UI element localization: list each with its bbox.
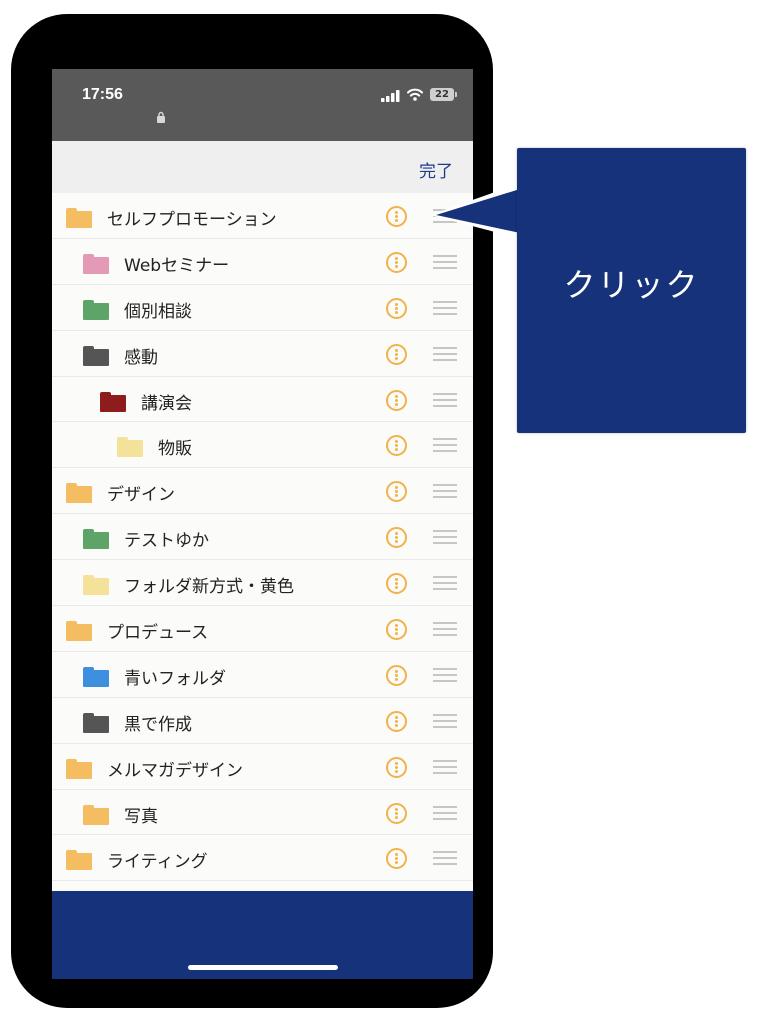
folder-row[interactable]: Webセミナー bbox=[52, 238, 473, 285]
drag-handle-icon[interactable] bbox=[433, 530, 457, 545]
folder-label: 個別相談 bbox=[124, 301, 192, 322]
folder-row[interactable]: プロデュース bbox=[52, 606, 473, 652]
info-icon[interactable] bbox=[386, 619, 407, 641]
drag-handle-icon[interactable] bbox=[433, 254, 457, 269]
drag-handle-icon[interactable] bbox=[433, 484, 457, 499]
drag-handle-icon[interactable] bbox=[433, 851, 457, 866]
folder-label: 感動 bbox=[124, 347, 158, 368]
info-icon[interactable] bbox=[386, 756, 407, 778]
folder-row[interactable]: ライティング bbox=[52, 835, 473, 882]
folder-row[interactable]: テストゆか bbox=[52, 514, 473, 561]
drag-handle-icon[interactable] bbox=[433, 438, 457, 453]
folder-label: セルフプロモーション bbox=[107, 210, 277, 230]
folder-icon bbox=[83, 529, 109, 550]
folder-icon bbox=[66, 758, 92, 779]
folder-icon bbox=[83, 299, 109, 320]
battery-icon: 22 bbox=[430, 88, 457, 101]
cellular-signal-icon bbox=[381, 90, 400, 102]
folder-icon bbox=[66, 208, 92, 228]
info-icon[interactable] bbox=[386, 389, 407, 411]
phone-screen: 17:56 22 完了 セルフプロモーション Webセミナー 個別相談感動講演会物販… bbox=[52, 69, 473, 979]
folder-label: 物販 bbox=[158, 439, 192, 460]
info-icon[interactable] bbox=[386, 435, 407, 457]
folder-label: 青いフォルダ bbox=[124, 668, 226, 689]
folder-label: テストゆか bbox=[124, 531, 209, 552]
folder-label: Webセミナー bbox=[124, 255, 230, 276]
done-button[interactable]: 完了 bbox=[419, 157, 453, 182]
info-icon[interactable] bbox=[386, 297, 407, 319]
callout-text: クリック bbox=[563, 266, 700, 304]
drag-handle-icon[interactable] bbox=[433, 392, 457, 407]
callout-pointer bbox=[430, 184, 520, 238]
drag-handle-icon[interactable] bbox=[433, 346, 457, 361]
info-icon[interactable] bbox=[386, 343, 407, 365]
info-icon[interactable] bbox=[386, 664, 407, 686]
folder-row[interactable]: デザイン bbox=[52, 468, 473, 515]
folder-label: 黒で作成 bbox=[124, 714, 192, 735]
folder-icon bbox=[83, 804, 109, 825]
folder-icon bbox=[83, 575, 109, 596]
info-icon[interactable] bbox=[386, 573, 407, 595]
status-time: 17:56 bbox=[82, 86, 123, 103]
folder-row[interactable]: 感動 bbox=[52, 330, 473, 377]
folder-row[interactable]: セルフプロモーション bbox=[52, 193, 473, 239]
info-icon[interactable] bbox=[386, 481, 407, 503]
home-indicator[interactable] bbox=[188, 965, 338, 970]
drag-handle-icon[interactable] bbox=[433, 622, 457, 637]
info-icon[interactable] bbox=[386, 251, 407, 273]
folder-label: デザイン bbox=[107, 485, 175, 506]
folder-label: プロデュース bbox=[107, 623, 209, 644]
nav-bar: 完了 bbox=[52, 141, 473, 193]
drag-handle-icon[interactable] bbox=[433, 713, 457, 728]
folder-icon bbox=[83, 666, 109, 687]
folder-row[interactable]: 写真 bbox=[52, 789, 473, 836]
drag-handle-icon[interactable] bbox=[433, 576, 457, 591]
folder-icon bbox=[66, 850, 92, 871]
folder-row[interactable]: 講演会 bbox=[52, 376, 473, 423]
folder-icon bbox=[66, 483, 92, 504]
info-icon[interactable] bbox=[386, 848, 407, 870]
info-icon[interactable] bbox=[386, 527, 407, 549]
info-icon[interactable] bbox=[386, 206, 407, 227]
folder-icon bbox=[100, 391, 126, 412]
folder-row[interactable]: 青いフォルダ bbox=[52, 651, 473, 698]
folder-label: フォルダ新方式・黄色 bbox=[124, 577, 294, 598]
folder-icon bbox=[117, 437, 143, 458]
drag-handle-icon[interactable] bbox=[433, 300, 457, 315]
folder-row[interactable]: 黒で作成 bbox=[52, 697, 473, 744]
folder-row[interactable]: 個別相談 bbox=[52, 284, 473, 331]
folder-icon bbox=[83, 345, 109, 366]
folder-label: ライティング bbox=[107, 852, 208, 873]
info-icon[interactable] bbox=[386, 802, 407, 824]
folder-list: セルフプロモーション Webセミナー 個別相談感動講演会物販デザインテストゆかフォル… bbox=[52, 193, 473, 928]
drag-handle-icon[interactable] bbox=[433, 667, 457, 682]
folder-icon bbox=[83, 712, 109, 733]
folder-label: 写真 bbox=[124, 806, 158, 827]
phone-frame: 17:56 22 完了 セルフプロモーション Webセミナー 個別相談感動講演会物販… bbox=[11, 14, 493, 1008]
folder-icon bbox=[66, 621, 92, 642]
folder-row[interactable]: フォルダ新方式・黄色 bbox=[52, 560, 473, 607]
folder-row[interactable]: 物販 bbox=[52, 422, 473, 469]
info-icon[interactable] bbox=[386, 710, 407, 732]
drag-handle-icon[interactable] bbox=[433, 759, 457, 774]
drag-handle-icon[interactable] bbox=[433, 805, 457, 820]
status-bar: 17:56 22 bbox=[52, 69, 473, 141]
wifi-icon bbox=[407, 88, 423, 101]
folder-row[interactable]: メルマガデザイン bbox=[52, 743, 473, 790]
folder-icon bbox=[83, 253, 109, 274]
folder-label: メルマガデザイン bbox=[107, 760, 243, 781]
lock-icon bbox=[157, 111, 165, 123]
callout-box: クリック bbox=[517, 148, 746, 433]
folder-label: 講演会 bbox=[141, 393, 192, 414]
bottom-bar bbox=[52, 891, 473, 979]
